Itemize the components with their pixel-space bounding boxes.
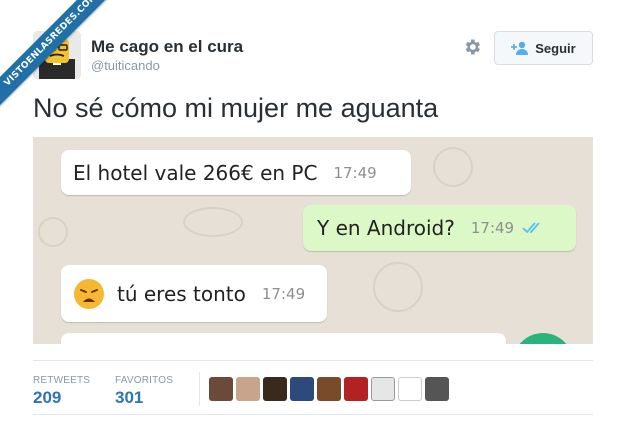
background-doodle: [373, 262, 423, 312]
retweets-count[interactable]: 209: [33, 388, 61, 408]
chat-message-partial: [61, 333, 506, 344]
divider: [33, 360, 593, 361]
watermark-ribbon: VISTOENLASREDES.COM: [0, 0, 120, 120]
weary-face-icon: [74, 278, 104, 309]
message-text: El hotel vale 266€ en PC: [73, 160, 318, 185]
message-time: 17:49: [470, 219, 515, 237]
chat-fab-button: [513, 333, 573, 344]
message-time: 17:49: [333, 163, 377, 182]
favoriter-avatar[interactable]: [263, 377, 287, 401]
divider: [33, 414, 593, 415]
message-text: Y en Android?: [317, 216, 455, 240]
chat-message-incoming: tú eres tonto 17:49: [61, 265, 327, 322]
chat-message-outgoing: Y en Android? 17:49: [303, 205, 576, 251]
message-text: tú eres tonto: [117, 281, 246, 306]
favoriter-avatar[interactable]: [425, 377, 449, 401]
favoriter-avatar[interactable]: [344, 377, 368, 401]
add-user-icon: [511, 41, 529, 55]
favorites-label: FAVORITOS: [115, 375, 174, 386]
message-time: 17:49: [261, 284, 306, 303]
favoriter-avatar[interactable]: [371, 377, 395, 401]
favoriters-avatars: [209, 377, 449, 401]
favoriter-avatar[interactable]: [290, 377, 314, 401]
favoriter-avatar[interactable]: [209, 377, 233, 401]
chat-message-incoming: El hotel vale 266€ en PC 17:49: [61, 150, 411, 195]
background-doodle: [38, 217, 68, 247]
favorites-count[interactable]: 301: [115, 388, 143, 408]
background-doodle: [183, 207, 243, 237]
background-doodle: [433, 147, 473, 187]
double-check-icon: [522, 222, 540, 234]
stats-separator: [199, 372, 200, 406]
watermark-text: VISTOENLASREDES.COM: [0, 0, 120, 115]
retweets-label: RETWEETS: [33, 375, 91, 386]
favoriter-avatar[interactable]: [398, 377, 422, 401]
follow-button-label: Seguir: [535, 40, 576, 56]
gear-icon[interactable]: [462, 37, 482, 57]
follow-button[interactable]: Seguir: [494, 31, 593, 65]
tweet-media-chat[interactable]: El hotel vale 266€ en PC 17:49 Y en Andr…: [33, 137, 593, 344]
favoriter-avatar[interactable]: [317, 377, 341, 401]
favoriter-avatar[interactable]: [236, 377, 260, 401]
